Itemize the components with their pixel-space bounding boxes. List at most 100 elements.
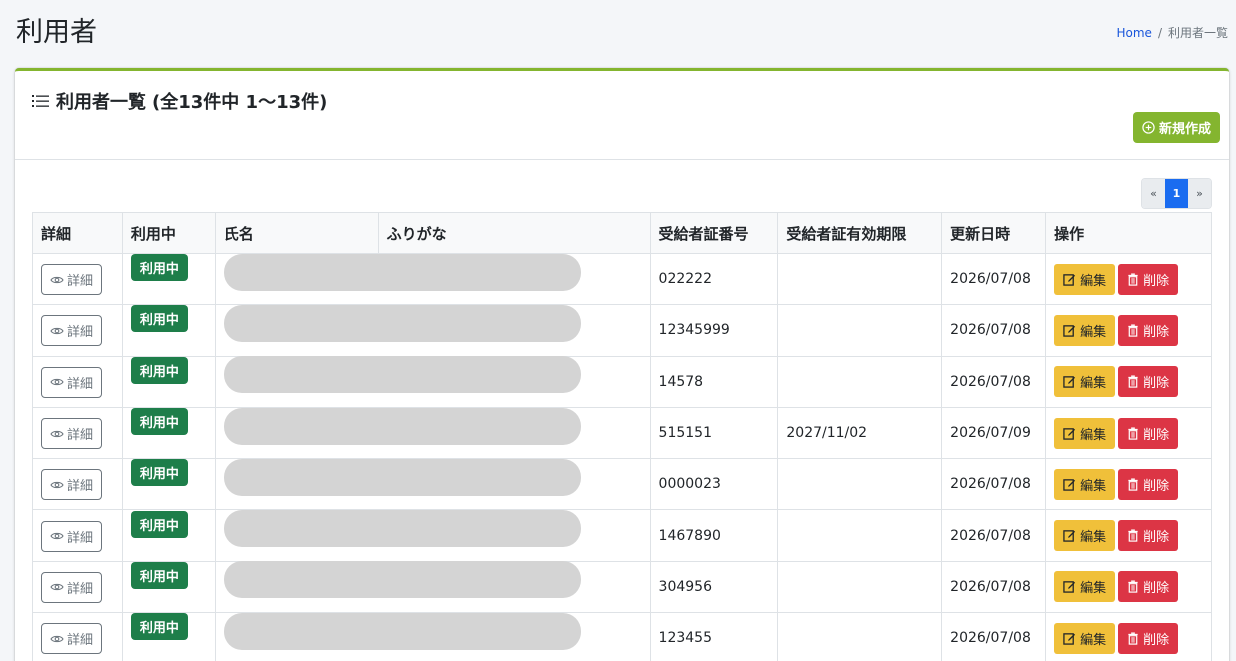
status-cell: 利用中 (121, 304, 216, 357)
edit-button-label: 編集 (1080, 581, 1107, 597)
detail-button-label: 詳細 (67, 530, 94, 546)
status-cell: 利用中 (121, 509, 216, 562)
edit-button[interactable]: 編集 (1054, 520, 1116, 552)
detail-cell: 詳細 (32, 509, 123, 562)
detail-button[interactable]: 詳細 (41, 264, 103, 296)
new-user-button[interactable]: 新規作成 (1132, 112, 1220, 143)
column-header-status: 利用中 (121, 212, 216, 254)
status-cell: 利用中 (121, 560, 216, 614)
detail-button[interactable]: 詳細 (41, 571, 103, 603)
detail-button-label: 詳細 (67, 274, 94, 290)
certificate-number-cell: 515151 (649, 406, 779, 460)
detail-cell: 詳細 (32, 560, 123, 614)
detail-button[interactable]: 詳細 (41, 418, 103, 450)
name-cell (214, 612, 651, 661)
user-list-card: 利用者一覧 (全13件中 1〜13件) 新規作成 « 1 » 詳細 利用中 氏名 (15, 68, 1229, 661)
actions-cell: 編集 削除 (1045, 304, 1212, 357)
trash-icon (1128, 426, 1138, 440)
eye-icon (50, 327, 64, 335)
status-badge: 利用中 (130, 408, 188, 436)
breadcrumb-current: 利用者一覧 (1167, 26, 1228, 40)
edit-icon (1063, 479, 1076, 491)
detail-button[interactable]: 詳細 (41, 520, 103, 552)
detail-cell: 詳細 (32, 355, 123, 408)
eye-icon (50, 481, 64, 489)
actions-cell: 編集 削除 (1045, 355, 1212, 408)
detail-cell: 詳細 (32, 406, 123, 460)
status-cell: 利用中 (121, 355, 216, 408)
edit-button[interactable]: 編集 (1054, 622, 1116, 654)
status-badge: 利用中 (130, 305, 188, 333)
detail-button[interactable]: 詳細 (41, 469, 103, 501)
trash-icon (1128, 375, 1138, 388)
edit-button[interactable]: 編集 (1054, 314, 1116, 346)
detail-button[interactable]: 詳細 (41, 366, 103, 398)
column-header-updated: 更新日時 (941, 212, 1047, 254)
status-cell: 利用中 (121, 612, 216, 661)
delete-button[interactable]: 削除 (1118, 417, 1179, 449)
name-cell (214, 509, 651, 562)
delete-button[interactable]: 削除 (1118, 468, 1179, 500)
status-badge: 利用中 (130, 254, 188, 282)
delete-button-label: 削除 (1143, 324, 1170, 340)
table-row: 詳細 利用中 515151 2027/11/02 2026/07/09 編集 削… (32, 406, 1212, 460)
updated-cell: 2026/07/09 (941, 406, 1047, 460)
delete-button[interactable]: 削除 (1118, 571, 1179, 603)
delete-button[interactable]: 削除 (1118, 314, 1179, 346)
table-row: 詳細 利用中 0000023 2026/07/08 編集 削除 (32, 458, 1212, 511)
eye-icon (50, 379, 64, 386)
edit-button-label: 編集 (1080, 376, 1107, 392)
updated-cell: 2026/07/08 (941, 252, 1047, 306)
eye-icon (50, 276, 64, 283)
edit-button[interactable]: 編集 (1054, 366, 1116, 398)
pagination: « 1 » (1141, 178, 1212, 209)
edit-icon (1063, 376, 1076, 388)
edit-button-label: 編集 (1080, 427, 1107, 443)
page-title: 利用者 (16, 17, 97, 48)
trash-icon (1128, 529, 1138, 542)
detail-button-label: 詳細 (67, 581, 94, 597)
eye-icon (50, 584, 64, 591)
redacted-name (223, 612, 581, 650)
edit-button[interactable]: 編集 (1054, 571, 1116, 603)
record-count: (全13件中 1〜13件) (152, 92, 328, 113)
pagination-next[interactable]: » (1188, 179, 1211, 208)
breadcrumb-separator: / (1157, 25, 1162, 40)
detail-button[interactable]: 詳細 (41, 315, 103, 347)
detail-button[interactable]: 詳細 (41, 623, 103, 655)
pagination-prev[interactable]: « (1142, 179, 1165, 208)
edit-button[interactable]: 編集 (1054, 263, 1116, 295)
edit-button[interactable]: 編集 (1054, 417, 1116, 449)
delete-button-label: 削除 (1143, 632, 1170, 648)
delete-button[interactable]: 削除 (1118, 263, 1179, 295)
delete-button[interactable]: 削除 (1118, 520, 1179, 552)
column-header-name: 氏名 (214, 212, 379, 254)
trash-icon (1128, 273, 1138, 286)
name-cell (214, 406, 651, 460)
status-badge: 利用中 (130, 356, 188, 384)
updated-cell: 2026/07/08 (941, 304, 1047, 357)
user-table: 詳細 利用中 氏名 ふりがな 受給者証番号 受給者証有効期限 更新日時 操作 詳… (32, 212, 1212, 661)
edit-button-label: 編集 (1080, 324, 1107, 340)
delete-button[interactable]: 削除 (1118, 622, 1179, 654)
detail-button-label: 詳細 (67, 479, 94, 495)
redacted-name (223, 458, 581, 496)
card-header: 利用者一覧 (全13件中 1〜13件) 新規作成 (15, 71, 1229, 160)
column-header-detail: 詳細 (32, 212, 123, 254)
name-cell (214, 304, 651, 357)
edit-button[interactable]: 編集 (1054, 468, 1116, 500)
certificate-expiry-cell (777, 458, 943, 511)
actions-cell: 編集 削除 (1045, 406, 1212, 460)
redacted-name (223, 510, 581, 548)
table-row: 詳細 利用中 12345999 2026/07/08 編集 削除 (32, 304, 1212, 357)
breadcrumb-home-link[interactable]: Home (1117, 26, 1152, 40)
redacted-name (223, 561, 581, 599)
eye-icon (50, 532, 64, 540)
edit-icon (1063, 632, 1076, 645)
status-badge: 利用中 (130, 613, 188, 641)
detail-button-label: 詳細 (67, 428, 94, 444)
pagination-page-1[interactable]: 1 (1165, 179, 1188, 208)
status-cell: 利用中 (121, 406, 216, 460)
delete-button[interactable]: 削除 (1118, 366, 1179, 398)
actions-cell: 編集 削除 (1045, 252, 1212, 306)
